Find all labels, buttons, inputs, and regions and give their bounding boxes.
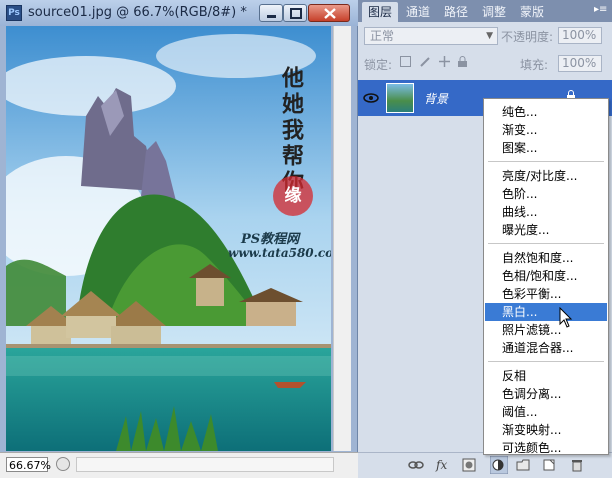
- panel-menu-icon[interactable]: ▸≡: [594, 4, 608, 18]
- menu-item[interactable]: 色调分离...: [485, 385, 607, 403]
- fill-field[interactable]: 100%: [558, 55, 602, 72]
- minimize-icon: [267, 15, 276, 18]
- menu-item[interactable]: 照片滤镜...: [485, 321, 607, 339]
- lock-all-icon[interactable]: [457, 56, 468, 67]
- group-icon[interactable]: [516, 458, 530, 472]
- image-canvas[interactable]: 他她我帮你 缘 PS教程网 www.tata580.com: [6, 26, 331, 451]
- watermark-url: www.tata580.com: [228, 246, 331, 260]
- trash-icon[interactable]: [570, 458, 584, 472]
- document-window: Ps source01.jpg @ 66.7%(RGB/8#) * 他她我帮你 …: [0, 0, 358, 478]
- lock-transparent-icon[interactable]: [400, 56, 411, 67]
- lock-move-icon[interactable]: [439, 56, 450, 67]
- zoom-field[interactable]: 66.67%: [6, 457, 51, 472]
- lock-label: 锁定:: [364, 58, 393, 72]
- lock-brush-icon[interactable]: [420, 56, 431, 67]
- chevron-down-icon: ▼: [486, 31, 493, 41]
- fill-label: 填充:: [520, 58, 549, 72]
- menu-item[interactable]: 色彩平衡...: [485, 285, 607, 303]
- link-icon[interactable]: [408, 458, 424, 472]
- menu-item[interactable]: 可选颜色...: [485, 439, 607, 457]
- status-bar: 66.67%: [0, 452, 358, 478]
- menu-item[interactable]: 亮度/对比度...: [485, 167, 607, 185]
- blend-mode-value: 正常: [370, 29, 395, 43]
- close-button[interactable]: [308, 4, 350, 22]
- menu-item[interactable]: 色相/饱和度...: [485, 267, 607, 285]
- maximize-icon: [290, 8, 302, 19]
- navigator-icon[interactable]: [56, 457, 70, 471]
- menu-item[interactable]: 图案...: [485, 139, 607, 157]
- horizontal-scrollbar[interactable]: [76, 457, 334, 472]
- menu-item[interactable]: 曲线...: [485, 203, 607, 221]
- menu-item[interactable]: 自然饱和度...: [485, 249, 607, 267]
- opacity-label: 不透明度:: [501, 30, 554, 44]
- vertical-scrollbar[interactable]: [333, 26, 351, 451]
- opacity-field[interactable]: 100%: [558, 27, 602, 44]
- tab-channels[interactable]: 通道: [400, 2, 436, 22]
- adjustment-icon[interactable]: [489, 455, 509, 475]
- menu-item[interactable]: 黑白...: [485, 303, 607, 321]
- tab-paths[interactable]: 路径: [438, 2, 474, 22]
- eye-icon[interactable]: [362, 89, 382, 109]
- adjustment-layer-menu: 纯色... 渐变... 图案... 亮度/对比度... 色阶... 曲线... 曝光度...…: [483, 98, 609, 455]
- menu-item[interactable]: 色阶...: [485, 185, 607, 203]
- photoshop-icon: Ps: [6, 5, 22, 21]
- mask-icon[interactable]: [462, 458, 476, 472]
- tab-masks[interactable]: 蒙版: [514, 2, 550, 22]
- maximize-button[interactable]: [283, 4, 307, 22]
- layer-thumbnail: [386, 83, 414, 113]
- menu-separator: [488, 243, 604, 244]
- artwork-seal: 缘: [273, 176, 313, 216]
- menu-item[interactable]: 曝光度...: [485, 221, 607, 239]
- menu-item[interactable]: 渐变...: [485, 121, 607, 139]
- menu-item[interactable]: 反相: [485, 367, 607, 385]
- minimize-button[interactable]: [259, 4, 283, 22]
- panel-tabs: 图层 通道 路径 调整 蒙版 ▸≡: [358, 0, 612, 22]
- document-titlebar[interactable]: Ps source01.jpg @ 66.7%(RGB/8#) *: [0, 0, 358, 26]
- menu-separator: [488, 361, 604, 362]
- menu-item[interactable]: 渐变映射...: [485, 421, 607, 439]
- document-title: source01.jpg @ 66.7%(RGB/8#) *: [28, 5, 247, 20]
- new-layer-icon[interactable]: [542, 458, 556, 472]
- tab-adjustments[interactable]: 调整: [476, 2, 512, 22]
- menu-item[interactable]: 纯色...: [485, 103, 607, 121]
- layer-name: 背景: [424, 92, 449, 106]
- menu-item[interactable]: 阈值...: [485, 403, 607, 421]
- mouse-cursor-icon: [559, 307, 573, 328]
- tab-layers[interactable]: 图层: [362, 2, 398, 22]
- menu-separator: [488, 161, 604, 162]
- menu-item[interactable]: 通道混合器...: [485, 339, 607, 357]
- close-icon: [324, 8, 336, 19]
- fx-icon[interactable]: fx: [436, 458, 447, 472]
- blend-mode-select[interactable]: 正常 ▼: [364, 27, 498, 45]
- watermark-title: PS教程网: [241, 232, 300, 247]
